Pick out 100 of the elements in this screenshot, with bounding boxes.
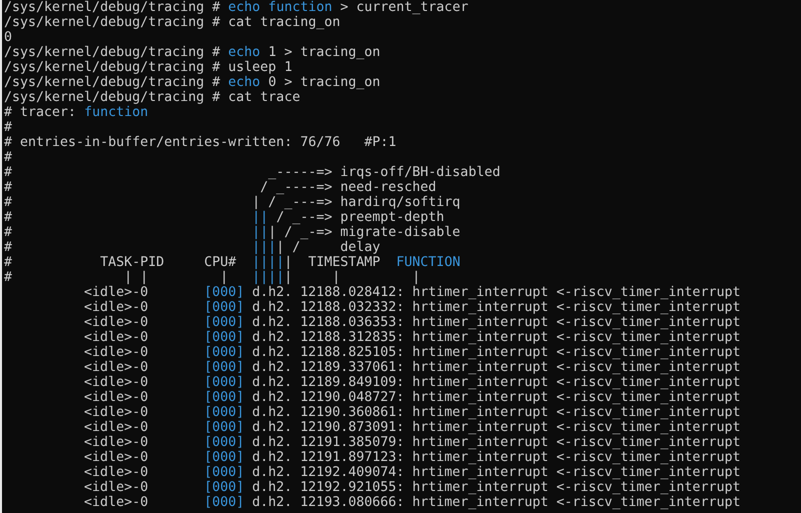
terminal-line: # / _----=> need-resched xyxy=(4,180,436,195)
timestamp: 12193.080666: xyxy=(300,495,404,510)
function-name: hrtimer_interrupt xyxy=(412,330,548,345)
timestamp: 12191.897123: xyxy=(300,450,404,465)
function-name: hrtimer_interrupt xyxy=(412,405,548,420)
caller-name: <-riscv_timer_interrupt xyxy=(556,360,740,375)
terminal-line: /sys/kernel/debug/tracing # cat trace xyxy=(4,90,300,105)
function-name: hrtimer_interrupt xyxy=(412,315,548,330)
task-pid: <idle>-0 xyxy=(84,405,148,420)
terminal-line: # |||| / delay xyxy=(4,240,380,255)
caller-name: <-riscv_timer_interrupt xyxy=(556,375,740,390)
caller-name: <-riscv_timer_interrupt xyxy=(556,495,740,510)
caller-name: <-riscv_timer_interrupt xyxy=(556,315,740,330)
caller-name: <-riscv_timer_interrupt xyxy=(556,405,740,420)
timestamp: 12191.385079: xyxy=(300,435,404,450)
cpu-number: [000] xyxy=(204,480,244,495)
task-pid: <idle>-0 xyxy=(84,480,148,495)
timestamp: 12192.921055: xyxy=(300,480,404,495)
terminal-line: /sys/kernel/debug/tracing # cat tracing_on xyxy=(4,15,340,30)
trace-flags: d.h2. xyxy=(252,375,292,390)
cpu-number: [000] xyxy=(204,315,244,330)
task-pid: <idle>-0 xyxy=(84,330,148,345)
caller-name: <-riscv_timer_interrupt xyxy=(556,420,740,435)
timestamp: 12188.028412: xyxy=(300,285,404,300)
caller-name: <-riscv_timer_interrupt xyxy=(556,435,740,450)
cpu-number: [000] xyxy=(204,375,244,390)
trace-flags: d.h2. xyxy=(252,435,292,450)
timestamp: 12192.409074: xyxy=(300,465,404,480)
cpu-number: [000] xyxy=(204,405,244,420)
timestamp: 12188.825105: xyxy=(300,345,404,360)
terminal-line: /sys/kernel/debug/tracing # echo function > current_tracer xyxy=(4,0,468,15)
function-name: hrtimer_interrupt xyxy=(412,285,548,300)
cpu-number: [000] xyxy=(204,300,244,315)
trace-flags: d.h2. xyxy=(252,300,292,315)
terminal-line: # entries-in-buffer/entries-written: 76/76 #P:1 xyxy=(4,135,396,150)
timestamp: 12190.048727: xyxy=(300,390,404,405)
caller-name: <-riscv_timer_interrupt xyxy=(556,390,740,405)
trace-flags: d.h2. xyxy=(252,315,292,330)
task-pid: <idle>-0 xyxy=(84,435,148,450)
function-name: hrtimer_interrupt xyxy=(412,495,548,510)
terminal-line: /sys/kernel/debug/tracing # echo 1 > tracing_on xyxy=(4,45,380,60)
cpu-number: [000] xyxy=(204,285,244,300)
timestamp: 12188.036353: xyxy=(300,315,404,330)
trace-flags: d.h2. xyxy=(252,390,292,405)
terminal-line: # tracer: function xyxy=(4,105,148,120)
cpu-number: [000] xyxy=(204,420,244,435)
trace-flags: d.h2. xyxy=(252,465,292,480)
caller-name: <-riscv_timer_interrupt xyxy=(556,480,740,495)
cpu-number: [000] xyxy=(204,330,244,345)
cpu-number: [000] xyxy=(204,360,244,375)
function-name: hrtimer_interrupt xyxy=(412,420,548,435)
terminal-line: 0 xyxy=(4,30,12,45)
trace-flags: d.h2. xyxy=(252,405,292,420)
timestamp: 12189.849109: xyxy=(300,375,404,390)
timestamp: 12189.337061: xyxy=(300,360,404,375)
trace-flags: d.h2. xyxy=(252,360,292,375)
function-name: hrtimer_interrupt xyxy=(412,390,548,405)
timestamp: 12188.032332: xyxy=(300,300,404,315)
function-name: hrtimer_interrupt xyxy=(412,450,548,465)
terminal-line: # || / _--=> preempt-depth xyxy=(4,210,444,225)
trace-flags: d.h2. xyxy=(252,480,292,495)
caller-name: <-riscv_timer_interrupt xyxy=(556,285,740,300)
timestamp: 12190.360861: xyxy=(300,405,404,420)
terminal-line: # xyxy=(4,150,12,165)
timestamp: 12188.312835: xyxy=(300,330,404,345)
task-pid: <idle>-0 xyxy=(84,495,148,510)
function-name: hrtimer_interrupt xyxy=(412,300,548,315)
cpu-number: [000] xyxy=(204,465,244,480)
trace-flags: d.h2. xyxy=(252,495,292,510)
trace-flags: d.h2. xyxy=(252,330,292,345)
task-pid: <idle>-0 xyxy=(84,285,148,300)
task-pid: <idle>-0 xyxy=(84,450,148,465)
cpu-number: [000] xyxy=(204,450,244,465)
task-pid: <idle>-0 xyxy=(84,315,148,330)
caller-name: <-riscv_timer_interrupt xyxy=(556,465,740,480)
trace-flags: d.h2. xyxy=(252,285,292,300)
caller-name: <-riscv_timer_interrupt xyxy=(556,330,740,345)
terminal-line: # | | | ||||| | | xyxy=(4,270,420,285)
function-name: hrtimer_interrupt xyxy=(412,360,548,375)
caller-name: <-riscv_timer_interrupt xyxy=(556,300,740,315)
function-name: hrtimer_interrupt xyxy=(412,465,548,480)
cpu-number: [000] xyxy=(204,345,244,360)
function-name: hrtimer_interrupt xyxy=(412,435,548,450)
cpu-number: [000] xyxy=(204,495,244,510)
task-pid: <idle>-0 xyxy=(84,420,148,435)
terminal-line: /sys/kernel/debug/tracing # echo 0 > tracing_on xyxy=(4,75,380,90)
terminal-line: # xyxy=(4,120,12,135)
task-pid: <idle>-0 xyxy=(84,300,148,315)
caller-name: <-riscv_timer_interrupt xyxy=(556,345,740,360)
trace-flags: d.h2. xyxy=(252,420,292,435)
trace-flags: d.h2. xyxy=(252,450,292,465)
task-pid: <idle>-0 xyxy=(84,345,148,360)
task-pid: <idle>-0 xyxy=(84,360,148,375)
task-pid: <idle>-0 xyxy=(84,390,148,405)
task-pid: <idle>-0 xyxy=(84,375,148,390)
cpu-number: [000] xyxy=(204,435,244,450)
cpu-number: [000] xyxy=(204,390,244,405)
terminal-line: /sys/kernel/debug/tracing # usleep 1 xyxy=(4,60,292,75)
task-pid: <idle>-0 xyxy=(84,465,148,480)
timestamp: 12190.873091: xyxy=(300,420,404,435)
